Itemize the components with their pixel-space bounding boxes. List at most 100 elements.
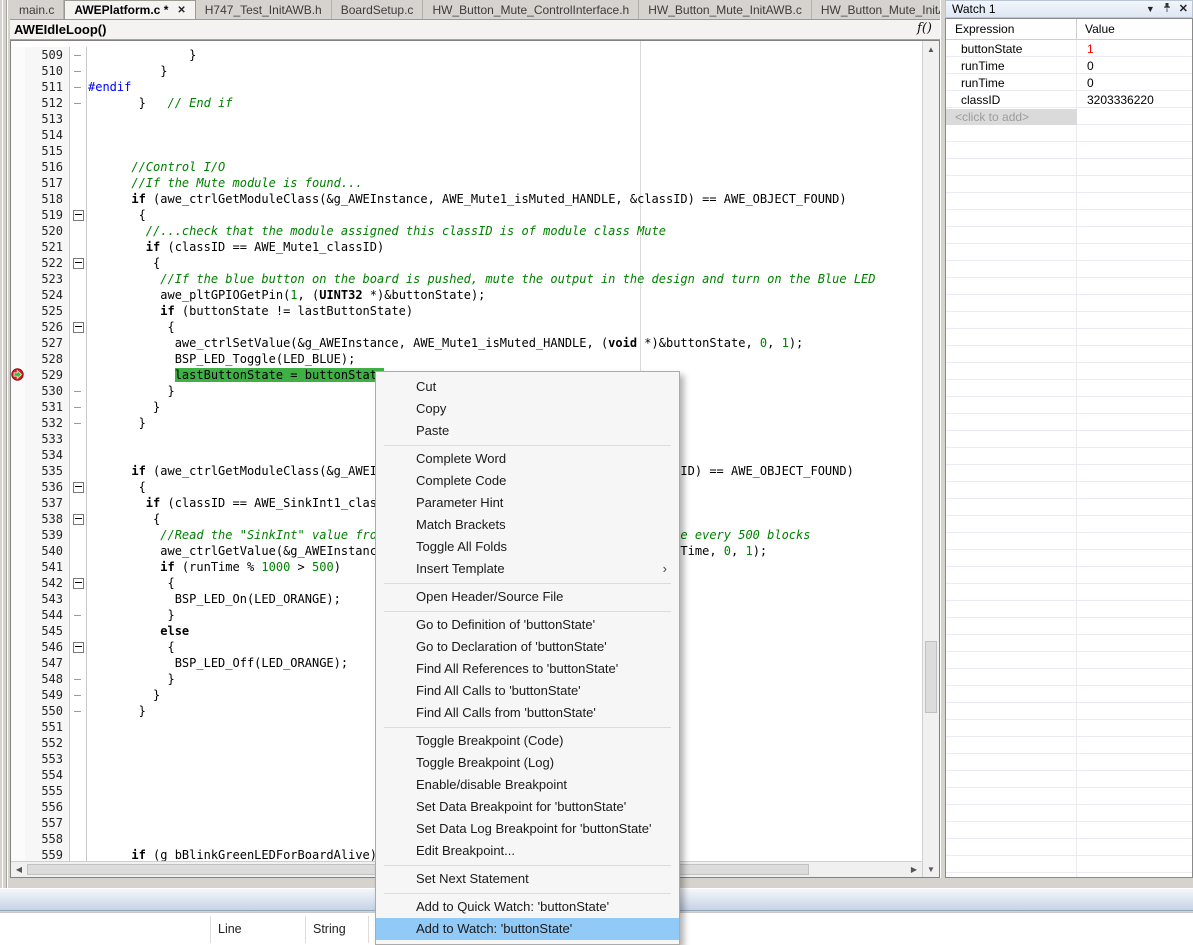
code-text[interactable] [87, 783, 88, 799]
code-line[interactable]: 510 } [11, 63, 922, 79]
fold-collapse-icon[interactable] [73, 322, 84, 333]
breakpoint-margin[interactable] [11, 79, 25, 95]
code-text[interactable]: } [87, 47, 196, 63]
breakpoint-margin[interactable] [11, 495, 25, 511]
code-line[interactable]: 526 { [11, 319, 922, 335]
code-line[interactable]: 527 awe_ctrlSetValue(&g_AWEInstance, AWE… [11, 335, 922, 351]
menu-item[interactable]: Add to Quick Watch: 'buttonState' [376, 896, 679, 918]
code-line[interactable]: 520 //...check that the module assigned … [11, 223, 922, 239]
menu-item[interactable]: Complete Word [376, 448, 679, 470]
code-text[interactable]: BSP_LED_On(LED_ORANGE); [87, 591, 341, 607]
breakpoint-margin[interactable] [11, 559, 25, 575]
code-text[interactable]: //If the blue button on the board is pus… [87, 271, 876, 287]
code-line[interactable]: 513 [11, 111, 922, 127]
code-text[interactable] [87, 751, 88, 767]
code-text[interactable]: awe_ctrlSetValue(&g_AWEInstance, AWE_Mut… [87, 335, 803, 351]
breakpoint-margin[interactable] [11, 335, 25, 351]
breakpoint-margin[interactable] [11, 415, 25, 431]
menu-item[interactable]: Toggle Breakpoint (Code) [376, 730, 679, 752]
fold-collapse-icon[interactable] [73, 482, 84, 493]
breakpoint-margin[interactable] [11, 159, 25, 175]
menu-item[interactable]: Open Header/Source File [376, 586, 679, 608]
function-list-icon[interactable]: f() [917, 21, 932, 36]
code-line[interactable]: 516 //Control I/O [11, 159, 922, 175]
breakpoint-margin[interactable] [11, 271, 25, 287]
watch-title-bar[interactable]: Watch 1 ▼ ✕ [945, 0, 1193, 18]
code-text[interactable]: BSP_LED_Toggle(LED_BLUE); [87, 351, 355, 367]
menu-item[interactable]: Enable/disable Breakpoint [376, 774, 679, 796]
code-text[interactable]: lastButtonState = buttonState; [87, 367, 391, 383]
code-text[interactable]: if (classID == AWE_SinkInt1_classID) [87, 495, 406, 511]
code-text[interactable] [87, 143, 88, 159]
fold-collapse-icon[interactable] [73, 642, 84, 653]
breakpoint-margin[interactable] [11, 783, 25, 799]
breakpoint-margin[interactable] [11, 543, 25, 559]
code-text[interactable]: { [87, 479, 146, 495]
menu-item[interactable]: Go to Definition of 'buttonState' [376, 614, 679, 636]
menu-item[interactable]: Find All Calls from 'buttonState' [376, 702, 679, 724]
code-text[interactable] [87, 767, 88, 783]
breakpoint-margin[interactable] [11, 527, 25, 543]
breakpoint-margin[interactable] [11, 655, 25, 671]
breakpoint-margin[interactable] [11, 95, 25, 111]
breakpoint-margin[interactable] [11, 719, 25, 735]
code-text[interactable]: { [87, 255, 160, 271]
menu-item[interactable]: Set Next Statement [376, 868, 679, 890]
code-text[interactable]: awe_pltGPIOGetPin(1, (UINT32 *)&buttonSt… [87, 287, 485, 303]
close-icon[interactable]: ✕ [1179, 2, 1188, 16]
editor-tab[interactable]: HW_Button_Mute_ControlInterface.h [423, 0, 639, 19]
breakpoint-margin[interactable] [11, 767, 25, 783]
pin-icon[interactable] [1162, 2, 1172, 17]
fold-margin[interactable] [69, 511, 87, 527]
code-text[interactable]: } [87, 383, 175, 399]
code-text[interactable]: { [87, 639, 175, 655]
code-line[interactable]: 528 BSP_LED_Toggle(LED_BLUE); [11, 351, 922, 367]
breakpoint-margin[interactable] [11, 591, 25, 607]
code-line[interactable]: 521 if (classID == AWE_Mute1_classID) [11, 239, 922, 255]
breakpoint-margin[interactable] [11, 383, 25, 399]
scroll-right-icon[interactable]: ▶ [906, 862, 922, 877]
breakpoint-margin[interactable] [11, 511, 25, 527]
code-line[interactable]: 512 } // End if [11, 95, 922, 111]
menu-item[interactable]: Match Brackets [376, 514, 679, 536]
code-text[interactable]: //If the Mute module is found... [87, 175, 363, 191]
code-text[interactable] [87, 815, 88, 831]
breakpoint-margin[interactable] [11, 671, 25, 687]
fold-margin[interactable] [69, 207, 87, 223]
code-line[interactable]: 518 if (awe_ctrlGetModuleClass(&g_AWEIns… [11, 191, 922, 207]
menu-item[interactable]: Paste [376, 420, 679, 442]
breakpoint-margin[interactable] [11, 127, 25, 143]
code-text[interactable]: //Control I/O [87, 159, 225, 175]
watch-row[interactable]: classID3203336220 [946, 91, 1192, 108]
code-line[interactable]: 522 { [11, 255, 922, 271]
breakpoint-icon[interactable] [11, 368, 24, 381]
breakpoint-margin[interactable] [11, 175, 25, 191]
code-text[interactable]: if (classID == AWE_Mute1_classID) [87, 239, 384, 255]
menu-item[interactable]: Complete Code [376, 470, 679, 492]
scroll-up-icon[interactable]: ▲ [923, 41, 939, 57]
breakpoint-margin[interactable] [11, 799, 25, 815]
breakpoint-margin[interactable] [11, 239, 25, 255]
fold-collapse-icon[interactable] [73, 578, 84, 589]
menu-item[interactable]: Go to Declaration of 'buttonState' [376, 636, 679, 658]
vertical-scrollbar[interactable]: ▲ ▼ [922, 41, 939, 877]
editor-tab[interactable]: AWEPlatform.c *✕ [64, 0, 195, 19]
window-menu-icon[interactable]: ▼ [1146, 2, 1155, 16]
close-tab-icon[interactable]: ✕ [177, 5, 185, 16]
fold-collapse-icon[interactable] [73, 258, 84, 269]
menu-item[interactable]: Toggle Breakpoint (Log) [376, 752, 679, 774]
breakpoint-margin[interactable] [11, 815, 25, 831]
code-text[interactable]: if (runTime % 1000 > 500) [87, 559, 341, 575]
code-text[interactable]: #endif [87, 79, 131, 95]
code-line[interactable]: 509 } [11, 47, 922, 63]
code-line[interactable]: 517 //If the Mute module is found... [11, 175, 922, 191]
menu-item[interactable]: Insert Template› [376, 558, 679, 580]
breakpoint-margin[interactable] [11, 143, 25, 159]
menu-item[interactable]: Cut [376, 376, 679, 398]
fold-margin[interactable] [69, 479, 87, 495]
code-text[interactable] [87, 447, 88, 463]
breakpoint-margin[interactable] [11, 607, 25, 623]
code-text[interactable]: } [87, 671, 175, 687]
breakpoint-margin[interactable] [11, 575, 25, 591]
code-line[interactable]: 514 [11, 127, 922, 143]
